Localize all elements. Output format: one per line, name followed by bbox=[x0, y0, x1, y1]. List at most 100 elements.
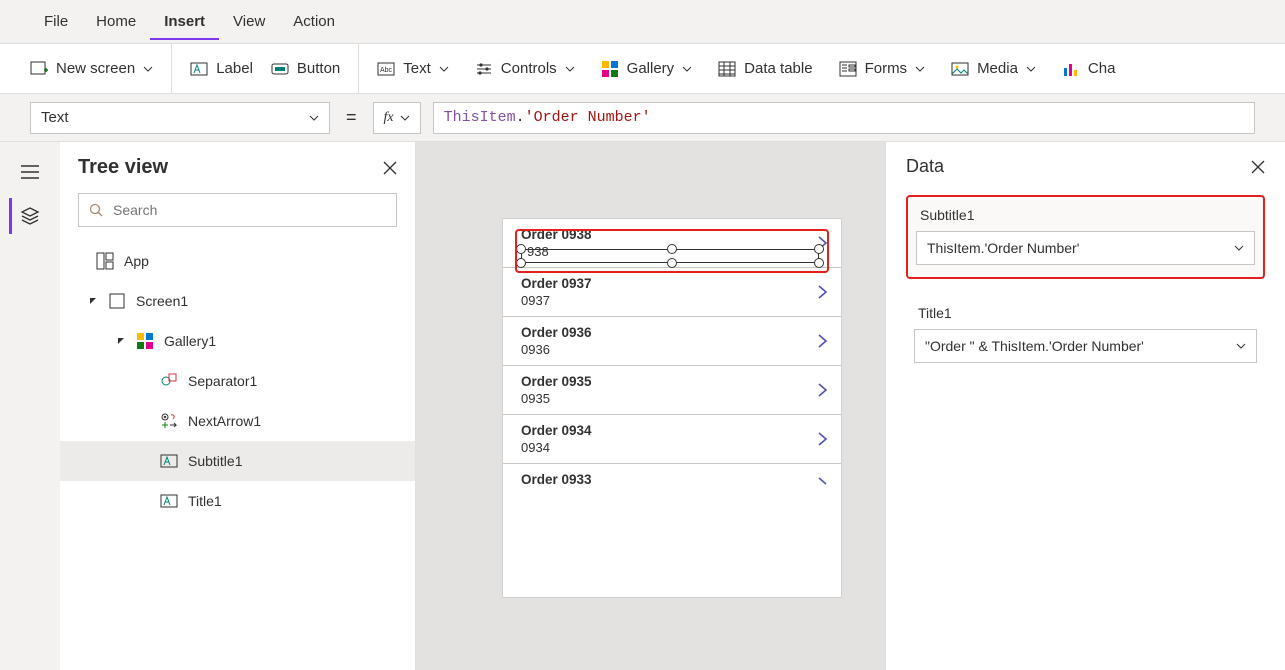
button-label: Button bbox=[297, 60, 340, 77]
gallery-item[interactable]: Order 0936 0936 bbox=[503, 317, 841, 366]
data-table-button[interactable]: Data table bbox=[718, 60, 812, 78]
tree-list: App Screen1 Gallery1 Separator1 NextArro… bbox=[60, 239, 415, 523]
forms-icon bbox=[839, 60, 857, 78]
fx-label: fx bbox=[384, 110, 394, 126]
chevron-down-icon bbox=[1236, 341, 1246, 351]
subtitle-field-select[interactable]: ThisItem.'Order Number' bbox=[916, 231, 1255, 265]
title-field-label: Title1 bbox=[914, 305, 1257, 321]
tree-node-subtitle1[interactable]: Subtitle1 bbox=[60, 441, 415, 481]
data-table-label: Data table bbox=[744, 60, 812, 77]
menu-action[interactable]: Action bbox=[279, 3, 349, 40]
tree-label: Title1 bbox=[188, 493, 222, 509]
controls-button[interactable]: Controls bbox=[475, 60, 575, 78]
data-panel: Data Subtitle1 ThisItem.'Order Number' T… bbox=[885, 142, 1285, 670]
gi-title: Order 0936 bbox=[521, 325, 829, 340]
controls-label: Controls bbox=[501, 60, 557, 77]
chevron-right-icon[interactable] bbox=[815, 432, 829, 446]
expand-icon[interactable] bbox=[116, 336, 126, 346]
chevron-right-icon[interactable] bbox=[815, 236, 829, 250]
text-button[interactable]: Abc Text bbox=[377, 60, 449, 78]
screen-icon bbox=[108, 292, 126, 310]
media-button[interactable]: Media bbox=[951, 60, 1036, 78]
gallery-item[interactable]: Order 0937 0937 bbox=[503, 268, 841, 317]
chevron-down-icon bbox=[400, 113, 410, 123]
menu-bar: File Home Insert View Action bbox=[0, 0, 1285, 44]
title-field-value: "Order " & ThisItem.'Order Number' bbox=[925, 338, 1144, 354]
formula-bar: Text = fx ThisItem.'Order Number' bbox=[0, 94, 1285, 142]
text-icon: Abc bbox=[377, 60, 395, 78]
search-input[interactable] bbox=[78, 193, 397, 227]
tree-node-title1[interactable]: Title1 bbox=[60, 481, 415, 521]
menu-home[interactable]: Home bbox=[82, 3, 150, 40]
search-icon bbox=[89, 203, 103, 217]
gi-title: Order 0934 bbox=[521, 423, 829, 438]
new-screen-button[interactable]: New screen bbox=[30, 60, 153, 78]
arrow-icon bbox=[160, 412, 178, 430]
main-area: Tree view App Screen1 Gallery1 bbox=[0, 142, 1285, 670]
chevron-right-icon[interactable] bbox=[815, 285, 829, 299]
gallery-icon bbox=[601, 60, 619, 78]
design-canvas[interactable]: Order 0938 938 Order 0937 0937 Order 093… bbox=[416, 142, 885, 670]
gallery-item[interactable]: Order 0934 0934 bbox=[503, 415, 841, 464]
expand-icon[interactable] bbox=[88, 296, 98, 306]
subtitle-field-value: ThisItem.'Order Number' bbox=[927, 240, 1079, 256]
screen-plus-icon bbox=[30, 60, 48, 78]
charts-button[interactable]: Cha bbox=[1062, 60, 1116, 78]
forms-button[interactable]: Forms bbox=[839, 60, 926, 78]
gallery-icon bbox=[136, 332, 154, 350]
property-select-value: Text bbox=[41, 109, 69, 126]
label-button[interactable]: Label bbox=[190, 60, 253, 78]
menu-view[interactable]: View bbox=[219, 3, 279, 40]
chevron-right-icon[interactable] bbox=[815, 477, 829, 491]
new-screen-label: New screen bbox=[56, 60, 135, 77]
text-label: Text bbox=[403, 60, 431, 77]
property-select[interactable]: Text bbox=[30, 102, 330, 134]
rail-treeview[interactable] bbox=[9, 198, 49, 234]
charts-icon bbox=[1062, 60, 1080, 78]
equals-sign: = bbox=[342, 107, 361, 128]
tree-node-separator1[interactable]: Separator1 bbox=[60, 361, 415, 401]
gi-title: Order 0935 bbox=[521, 374, 829, 389]
label-icon bbox=[160, 492, 178, 510]
gi-title: Order 0937 bbox=[521, 276, 829, 291]
tree-node-nextarrow1[interactable]: NextArrow1 bbox=[60, 401, 415, 441]
formula-input[interactable]: ThisItem.'Order Number' bbox=[433, 102, 1255, 134]
gallery-item[interactable]: Order 0933 bbox=[503, 464, 841, 497]
close-icon[interactable] bbox=[1251, 160, 1265, 174]
chevron-down-icon bbox=[682, 64, 692, 74]
gi-subtitle: 938 bbox=[521, 244, 829, 259]
formula-token-dot: . bbox=[516, 109, 525, 126]
gallery-button[interactable]: Gallery bbox=[601, 60, 693, 78]
formula-token-object: ThisItem bbox=[444, 109, 516, 126]
formula-token-string: 'Order Number' bbox=[525, 109, 651, 126]
menu-file[interactable]: File bbox=[30, 3, 82, 40]
button-button[interactable]: Button bbox=[271, 60, 340, 78]
screen-preview[interactable]: Order 0938 938 Order 0937 0937 Order 093… bbox=[502, 218, 842, 598]
tree-node-screen1[interactable]: Screen1 bbox=[60, 281, 415, 321]
tree-label: App bbox=[124, 253, 149, 269]
subtitle-field-label: Subtitle1 bbox=[916, 207, 1255, 223]
chevron-right-icon[interactable] bbox=[815, 383, 829, 397]
layers-icon bbox=[20, 206, 40, 226]
tree-label: Screen1 bbox=[136, 293, 188, 309]
gi-subtitle: 0936 bbox=[521, 342, 829, 357]
chevron-right-icon[interactable] bbox=[815, 334, 829, 348]
app-icon bbox=[96, 252, 114, 270]
search-field[interactable] bbox=[111, 201, 386, 219]
gi-title: Order 0933 bbox=[521, 472, 829, 487]
fx-button[interactable]: fx bbox=[373, 102, 421, 134]
tree-node-app[interactable]: App bbox=[60, 241, 415, 281]
rail-hamburger[interactable] bbox=[10, 154, 50, 190]
chevron-down-icon bbox=[565, 64, 575, 74]
separator-icon bbox=[160, 372, 178, 390]
menu-insert[interactable]: Insert bbox=[150, 3, 219, 40]
data-panel-title: Data bbox=[906, 156, 944, 177]
chevron-down-icon bbox=[1234, 243, 1244, 253]
gallery-item[interactable]: Order 0938 938 bbox=[503, 219, 841, 268]
gallery-item[interactable]: Order 0935 0935 bbox=[503, 366, 841, 415]
subtitle-field-block: Subtitle1 ThisItem.'Order Number' bbox=[906, 195, 1265, 279]
tree-node-gallery1[interactable]: Gallery1 bbox=[60, 321, 415, 361]
title-field-select[interactable]: "Order " & ThisItem.'Order Number' bbox=[914, 329, 1257, 363]
chevron-down-icon bbox=[915, 64, 925, 74]
close-icon[interactable] bbox=[383, 161, 397, 175]
